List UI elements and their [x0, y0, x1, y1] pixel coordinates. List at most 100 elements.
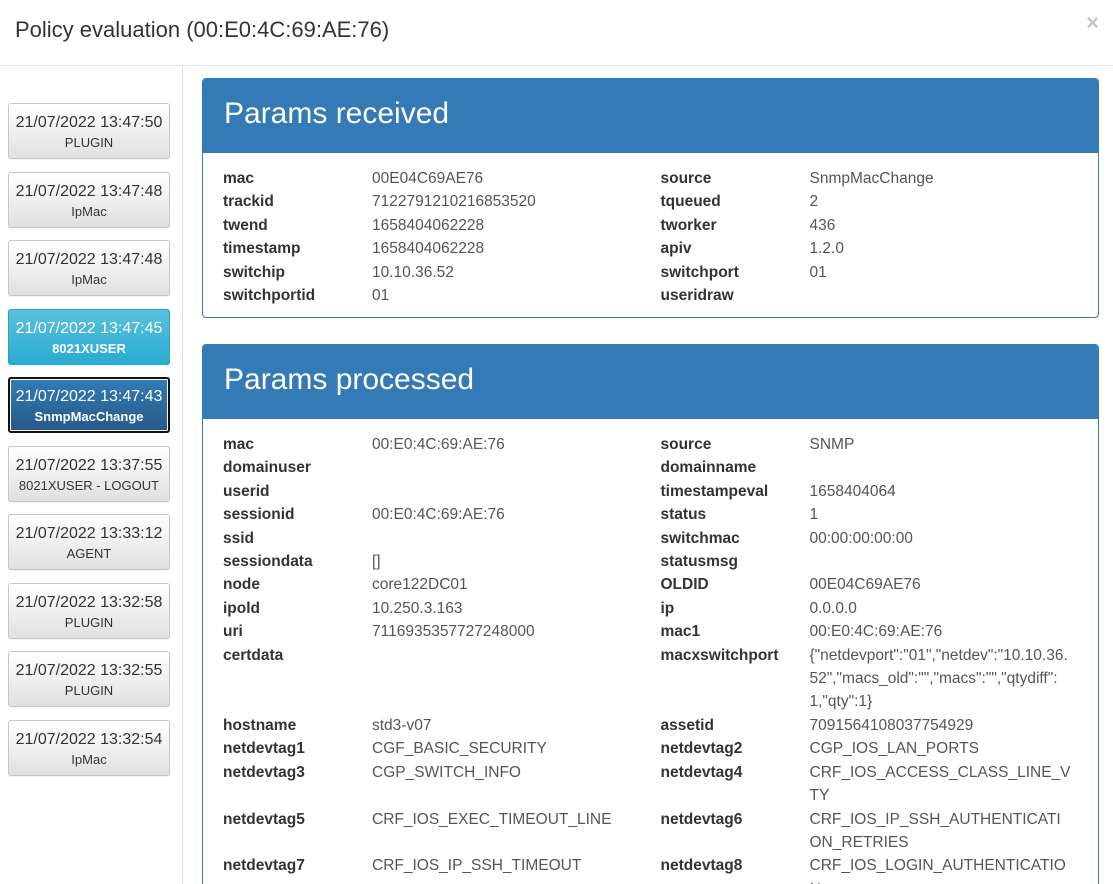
event-type: IpMac	[71, 272, 107, 287]
event-button-selected[interactable]: 21/07/2022 13:47:43 SnmpMacChange	[8, 377, 170, 433]
param-value: 10.250.3.163	[372, 599, 463, 617]
param-row: netdevtag5 CRF_IOS_EXEC_TIMEOUT_LINE netde…	[223, 808, 1098, 855]
param-pair: userid	[223, 480, 661, 503]
param-value: 7091564108037754929	[809, 716, 974, 734]
param-value: 1	[809, 506, 819, 524]
event-button[interactable]: 21/07/2022 13:32:58 PLUGIN	[8, 583, 170, 639]
panel-heading: Params processed	[203, 345, 1098, 419]
event-date: 21/07/2022 13:32:58	[15, 594, 163, 611]
event-date: 21/07/2022 13:32:55	[15, 662, 163, 679]
event-type: PLUGIN	[64, 683, 114, 698]
main-content: Params received mac 00E04C69AE76 source Snm…	[183, 66, 1113, 884]
event-type: PLUGIN	[64, 135, 114, 150]
param-key: mac	[223, 170, 255, 187]
param-value	[372, 644, 635, 714]
event-date: 21/07/2022 13:47:45	[15, 320, 163, 337]
param-pair: ip 0.0.0.0	[661, 597, 1099, 620]
param-value	[372, 480, 635, 503]
param-key: netdevtag5	[223, 810, 305, 828]
close-icon[interactable]: ×	[1086, 10, 1099, 36]
param-pair: apiv 1.2.0	[661, 237, 1099, 260]
param-pair: mac 00E04C69AE76	[223, 167, 661, 190]
param-value: 1658404062228	[372, 216, 485, 234]
events-sidebar: 21/07/2022 13:47:50 PLUGIN 21/07/2022 13…	[0, 66, 183, 884]
param-value: core122DC01	[372, 576, 468, 594]
param-key: switchportid	[223, 287, 316, 305]
event-type: PLUGIN	[64, 615, 114, 630]
param-row: ipold 10.250.3.163 ip 0.0.0.0	[223, 597, 1098, 620]
event-type: AGENT	[66, 546, 112, 561]
param-value	[372, 456, 635, 479]
param-value: CRF_IOS_IP_SSH_AUTHENTICATION_RETRIES	[809, 810, 1061, 851]
param-key: source	[660, 436, 712, 453]
param-key: userid	[223, 482, 270, 500]
param-value: 1.2.0	[809, 240, 844, 258]
param-key: sessionid	[223, 506, 295, 524]
param-value: []	[372, 553, 381, 571]
param-pair: trackid 7122791210216853520	[223, 190, 661, 213]
param-value	[810, 456, 1073, 479]
param-value: 00:00:00:00:00	[809, 529, 913, 547]
event-button[interactable]: 21/07/2022 13:37:55 8021XUSER - LOGOUT	[8, 446, 170, 502]
param-pair: switchip 10.10.36.52	[223, 261, 661, 284]
event-button[interactable]: 21/07/2022 13:32:54 IpMac	[8, 720, 170, 776]
param-row: mac 00E04C69AE76 source SnmpMacChange	[223, 167, 1098, 190]
param-pair: netdevtag1 CGF_BASIC_SECURITY	[223, 737, 661, 760]
param-key: macxswitchport	[660, 646, 779, 664]
param-value: 00E04C69AE76	[809, 576, 921, 594]
param-pair: status 1	[661, 503, 1099, 526]
event-button[interactable]: 21/07/2022 13:47:50 PLUGIN	[8, 103, 170, 159]
param-value: SnmpMacChange	[809, 170, 934, 187]
param-key: hostname	[223, 716, 297, 734]
param-pair: netdevtag8 CRF_IOS_LOGIN_AUTHENTICATION	[661, 854, 1099, 884]
event-button[interactable]: 21/07/2022 13:33:12 AGENT	[8, 514, 170, 570]
param-key: sessiondata	[223, 553, 313, 571]
param-value: 7122791210216853520	[372, 193, 536, 211]
param-pair: ssid	[223, 527, 661, 550]
param-row: userid timestampeval 1658404064	[223, 480, 1098, 503]
param-value: std3-v07	[372, 716, 432, 734]
event-button[interactable]: 21/07/2022 13:32:55 PLUGIN	[8, 651, 170, 707]
event-date: 21/07/2022 13:37:55	[15, 457, 163, 474]
param-pair: domainname	[661, 456, 1099, 479]
event-date: 21/07/2022 13:47:48	[15, 183, 163, 200]
panel-title: Params processed	[224, 363, 475, 396]
event-date: 21/07/2022 13:32:54	[15, 731, 163, 748]
param-key: twend	[223, 216, 268, 234]
param-value: CRF_IOS_IP_SSH_TIMEOUT	[372, 857, 582, 875]
event-date: 21/07/2022 13:47:50	[15, 114, 163, 131]
param-row: uri 7116935357727248000 mac1 00:E0:4C:69:AE…	[223, 620, 1098, 643]
params-received-list: mac 00E04C69AE76 source SnmpMacChange tracki…	[203, 153, 1098, 307]
param-pair: switchportid 01	[223, 284, 661, 307]
param-pair: netdevtag5 CRF_IOS_EXEC_TIMEOUT_LINE	[223, 808, 661, 855]
param-value: 0.0.0.0	[809, 599, 857, 617]
param-pair: mac 00:E0:4C:69:AE:76	[223, 433, 661, 456]
param-row: certdata macxswitchport {"netdevport":"01"…	[223, 644, 1098, 714]
event-date: 21/07/2022 13:47:43	[15, 388, 163, 405]
event-type: IpMac	[71, 204, 107, 219]
param-value: SNMP	[809, 436, 855, 453]
param-key: mac1	[660, 623, 701, 641]
param-pair: statusmsg	[661, 550, 1099, 573]
param-value: 7116935357727248000	[372, 623, 535, 641]
param-pair: hostname std3-v07	[223, 714, 661, 737]
param-pair: netdevtag6 CRF_IOS_IP_SSH_AUTHENTICATION_…	[661, 808, 1099, 855]
param-pair: tqueued 2	[661, 190, 1099, 213]
param-pair: source SnmpMacChange	[661, 167, 1099, 190]
param-row: mac 00:E0:4C:69:AE:76 source SNMP	[223, 433, 1098, 456]
event-type: 8021XUSER	[52, 341, 126, 356]
event-button[interactable]: 21/07/2022 13:47:48 IpMac	[8, 240, 170, 296]
event-button-info[interactable]: 21/07/2022 13:47:45 8021XUSER	[8, 309, 170, 365]
param-value: 2	[809, 193, 819, 211]
param-row: netdevtag7 CRF_IOS_IP_SSH_TIMEOUT netdevta…	[223, 854, 1098, 884]
param-value: 10.10.36.52	[372, 263, 454, 281]
param-value: 1658404064	[809, 482, 896, 500]
param-pair: OLDID 00E04C69AE76	[661, 573, 1099, 596]
param-key: certdata	[223, 646, 284, 664]
param-value: 01	[372, 287, 390, 305]
event-button[interactable]: 21/07/2022 13:47:48 IpMac	[8, 172, 170, 228]
param-value	[810, 284, 1073, 307]
param-key: status	[660, 506, 707, 524]
param-pair: macxswitchport {"netdevport":"01","netdev…	[661, 644, 1099, 714]
param-key: uri	[223, 623, 243, 641]
